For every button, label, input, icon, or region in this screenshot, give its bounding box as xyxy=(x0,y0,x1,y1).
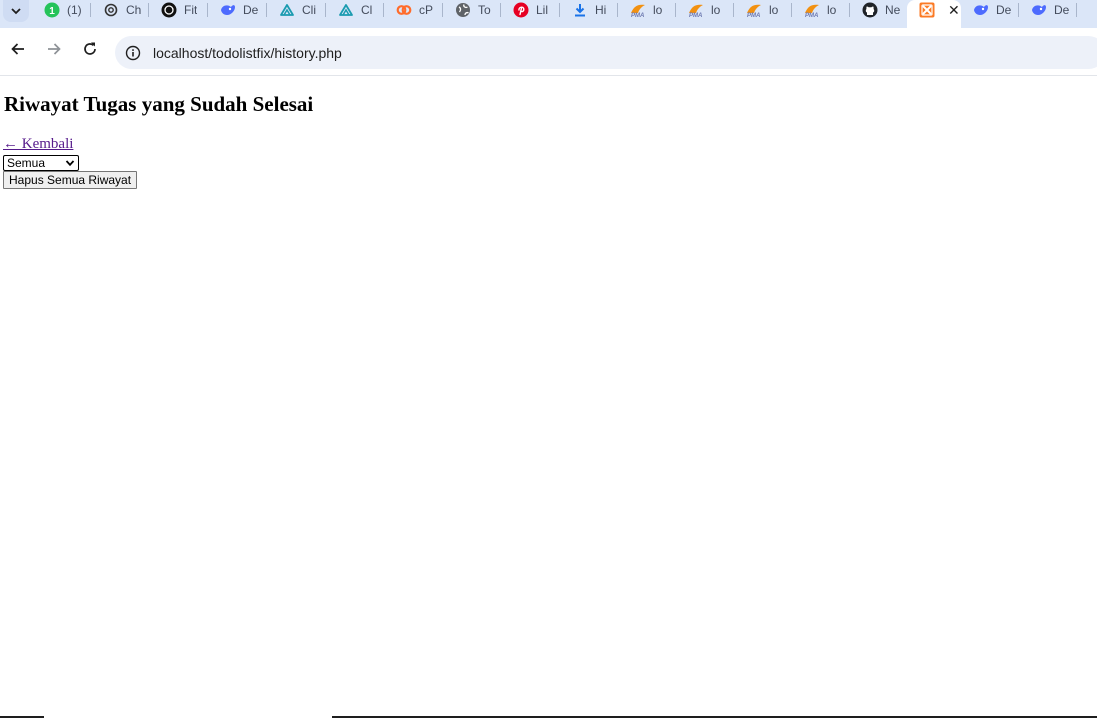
filter-select[interactable]: Semua xyxy=(3,155,79,171)
chevron-down-icon xyxy=(11,8,21,15)
tab-label: De xyxy=(243,3,259,17)
filter-selected-value: Semua xyxy=(7,156,46,170)
tab-label: Lil xyxy=(536,3,549,17)
phpmyadmin-icon: PMA xyxy=(688,2,704,18)
back-button[interactable] xyxy=(7,38,29,60)
back-link[interactable]: ← Kembali xyxy=(3,136,73,153)
tab-search-button[interactable] xyxy=(3,0,29,22)
chevron-down-icon xyxy=(65,160,75,167)
tab-label: lo xyxy=(769,3,779,17)
svg-text:PMA: PMA xyxy=(689,13,702,18)
download-icon xyxy=(572,2,588,18)
tab-label: cP xyxy=(419,3,434,17)
tab-phpmyadmin[interactable]: PMA lo xyxy=(792,0,850,20)
tab-phpmyadmin[interactable]: PMA lo xyxy=(734,0,792,20)
tab-phpmyadmin[interactable]: PMA lo xyxy=(618,0,676,20)
tab-claude[interactable]: Cl xyxy=(326,0,384,20)
tab-list: 1 (1) Ch Fit De Cli Cl cP To Lil Hi PMA … xyxy=(32,0,1077,28)
tab-deepseek[interactable]: De xyxy=(1019,0,1077,20)
tab-phpmyadmin[interactable]: PMA lo xyxy=(676,0,734,20)
tab-deepseek[interactable]: De xyxy=(961,0,1019,20)
openai-icon xyxy=(103,2,119,18)
tab-label: lo xyxy=(653,3,663,17)
arrow-left-icon xyxy=(11,43,24,55)
tab-label: lo xyxy=(827,3,837,17)
cpanel-icon xyxy=(396,2,412,18)
claude-icon xyxy=(279,2,295,18)
url-text: localhost/todolistfix/history.php xyxy=(153,44,342,61)
tab-downloads[interactable]: Hi xyxy=(560,0,618,20)
address-bar[interactable]: localhost/todolistfix/history.php xyxy=(115,36,1097,69)
tab-deepseek[interactable]: De xyxy=(208,0,267,20)
tab-label: Hi xyxy=(595,3,607,17)
svg-text:PMA: PMA xyxy=(631,13,644,18)
xampp-icon xyxy=(919,2,935,18)
svg-text:1: 1 xyxy=(49,6,55,17)
openai-dark-icon xyxy=(161,2,177,18)
tab-globe[interactable]: To xyxy=(443,0,501,20)
tab-cpanel[interactable]: cP xyxy=(384,0,443,20)
phpmyadmin-icon: PMA xyxy=(746,2,762,18)
tab-openai[interactable]: Fit xyxy=(149,0,208,20)
pinterest-icon xyxy=(513,2,529,18)
phpmyadmin-icon: PMA xyxy=(630,2,646,18)
tab-label: (1) xyxy=(67,3,82,17)
tab-pinterest[interactable]: Lil xyxy=(501,0,560,20)
tab-label: De xyxy=(1054,3,1070,17)
deepseek-icon xyxy=(220,2,236,18)
clear-history-button[interactable]: Hapus Semua Riwayat xyxy=(3,171,138,189)
tab-chatgpt[interactable]: Ch xyxy=(91,0,149,20)
deepseek-icon xyxy=(1031,2,1047,18)
phpmyadmin-icon: PMA xyxy=(804,2,820,18)
claude-icon xyxy=(338,2,354,18)
tab-label: Fit xyxy=(184,3,198,17)
page-content: Riwayat Tugas yang Sudah Selesai ← Kemba… xyxy=(0,76,1097,718)
arrow-right-icon xyxy=(48,43,61,55)
svg-text:PMA: PMA xyxy=(747,13,760,18)
globe-icon xyxy=(455,2,471,18)
forward-button[interactable] xyxy=(43,38,65,60)
tab-label: Ch xyxy=(126,3,142,17)
tab-label: Cli xyxy=(302,3,316,17)
github-icon xyxy=(862,2,878,18)
tab-github[interactable]: Ne xyxy=(850,0,907,20)
close-tab-icon[interactable]: ✕ xyxy=(948,2,960,18)
tab-label: lo xyxy=(711,3,721,17)
browser-window: 1 (1) Ch Fit De Cli Cl cP To Lil Hi PMA … xyxy=(0,0,1097,718)
tab-xampp-active[interactable]: ✕ xyxy=(907,0,961,28)
tab-label: De xyxy=(996,3,1012,17)
reload-button[interactable] xyxy=(79,38,101,60)
page-title: Riwayat Tugas yang Sudah Selesai xyxy=(4,92,314,116)
tab-label: Ne xyxy=(885,3,901,17)
tab-label: Cl xyxy=(361,3,373,17)
deepseek-icon xyxy=(973,2,989,18)
tab-claude[interactable]: Cli xyxy=(267,0,326,20)
browser-toolbar: localhost/todolistfix/history.php xyxy=(0,28,1097,76)
reload-icon xyxy=(84,42,96,55)
site-info-icon[interactable] xyxy=(125,45,141,61)
tab-whatsapp[interactable]: 1 (1) xyxy=(32,0,91,20)
whatsapp-badge-icon: 1 xyxy=(44,2,60,18)
tab-label: To xyxy=(478,3,491,17)
svg-text:PMA: PMA xyxy=(805,13,818,18)
